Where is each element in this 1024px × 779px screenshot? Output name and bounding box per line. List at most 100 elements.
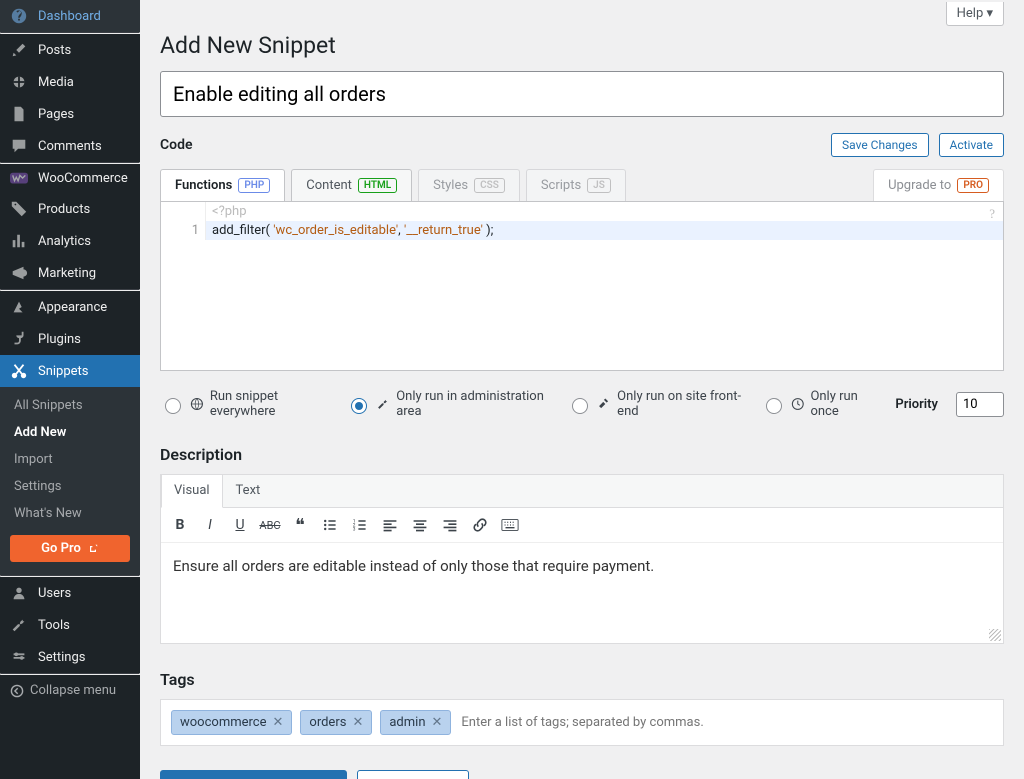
description-body[interactable]: Ensure all orders are editable instead o… xyxy=(161,543,1003,643)
blockquote-button[interactable]: ❝ xyxy=(287,512,313,538)
snippets-icon xyxy=(10,362,30,380)
menu-tools[interactable]: Tools xyxy=(0,609,140,641)
italic-button[interactable]: I xyxy=(197,512,223,538)
snippets-submenu: All Snippets Add New Import Settings Wha… xyxy=(0,387,140,575)
submenu-import[interactable]: Import xyxy=(0,446,140,473)
menu-products[interactable]: Products xyxy=(0,193,140,225)
menu-label: Comments xyxy=(38,139,102,154)
menu-pages[interactable]: Pages xyxy=(0,98,140,130)
submenu-all-snippets[interactable]: All Snippets xyxy=(0,392,140,419)
dashboard-icon xyxy=(10,7,30,25)
tab-functions[interactable]: FunctionsPHP xyxy=(160,169,285,201)
menu-users[interactable]: Users xyxy=(0,577,140,609)
menu-label: Plugins xyxy=(38,332,81,347)
code-heading: Code xyxy=(160,137,193,153)
menu-label: Products xyxy=(38,202,90,217)
menu-label: Settings xyxy=(38,650,85,665)
menu-label: Tools xyxy=(38,618,70,633)
help-tab[interactable]: Help ▾ xyxy=(946,2,1004,26)
scope-once[interactable]: Only run once xyxy=(761,389,877,419)
menu-comments[interactable]: Comments xyxy=(0,130,140,162)
menu-label: Dashboard xyxy=(38,9,101,24)
css-badge: CSS xyxy=(474,178,505,193)
tags-input[interactable] xyxy=(459,714,993,731)
menu-label: Media xyxy=(38,75,74,90)
collapse-menu[interactable]: Collapse menu xyxy=(0,675,140,706)
go-pro-button[interactable]: Go Pro xyxy=(10,535,130,562)
description-editor: Visual Text B I U ABC ❝ 123 Ensure all o… xyxy=(160,474,1004,644)
underline-button[interactable]: U xyxy=(227,512,253,538)
tab-styles: StylesCSS xyxy=(418,169,520,201)
menu-appearance[interactable]: Appearance xyxy=(0,291,140,323)
tab-scripts: ScriptsJS xyxy=(526,169,626,201)
align-center-button[interactable] xyxy=(407,512,433,538)
menu-marketing[interactable]: Marketing xyxy=(0,257,140,289)
numbered-list-button[interactable]: 123 xyxy=(347,512,373,538)
menu-label: Analytics xyxy=(38,234,91,249)
editor-tab-visual[interactable]: Visual xyxy=(161,475,223,508)
menu-media[interactable]: Media xyxy=(0,66,140,98)
scope-frontend[interactable]: Only run on site front-end xyxy=(567,389,743,419)
menu-woocommerce[interactable]: WooCommerce xyxy=(0,164,140,193)
bold-button[interactable]: B xyxy=(167,512,193,538)
snippet-title-input[interactable] xyxy=(160,71,1004,117)
tag-remove-icon[interactable]: ✕ xyxy=(352,715,363,730)
plugins-icon xyxy=(10,330,30,348)
align-left-button[interactable] xyxy=(377,512,403,538)
globe-icon xyxy=(190,396,204,412)
scope-admin[interactable]: Only run in administration area xyxy=(346,389,549,419)
php-badge: PHP xyxy=(238,178,270,193)
tags-heading: Tags xyxy=(160,670,1004,689)
menu-label: Posts xyxy=(38,43,71,58)
menu-dashboard[interactable]: Dashboard xyxy=(0,0,140,32)
code-editor[interactable]: ? <?php 1add_filter( 'wc_order_is_editab… xyxy=(160,201,1004,371)
keyboard-button[interactable] xyxy=(497,512,523,538)
comments-icon xyxy=(10,137,30,155)
menu-posts[interactable]: Posts xyxy=(0,34,140,66)
upgrade-to-pro[interactable]: Upgrade toPRO xyxy=(873,169,1004,201)
woocommerce-icon xyxy=(10,172,30,186)
link-button[interactable] xyxy=(467,512,493,538)
tag-item: woocommerce✕ xyxy=(171,710,292,735)
tag-remove-icon[interactable]: ✕ xyxy=(432,715,443,730)
code-tabs: FunctionsPHP ContentHTML StylesCSS Scrip… xyxy=(160,169,1004,201)
activate-button[interactable]: Activate xyxy=(939,133,1005,157)
scope-everywhere[interactable]: Run snippet everywhere xyxy=(160,389,328,419)
save-and-activate-button[interactable]: Save Changes and Activate xyxy=(160,770,347,779)
save-changes-button-bottom[interactable]: Save Changes xyxy=(357,770,469,779)
line-number: 1 xyxy=(161,221,206,240)
collapse-icon xyxy=(10,684,24,698)
code-line: add_filter( 'wc_order_is_editable', '__r… xyxy=(206,221,1003,240)
menu-analytics[interactable]: Analytics xyxy=(0,225,140,257)
align-right-button[interactable] xyxy=(437,512,463,538)
menu-snippets[interactable]: Snippets xyxy=(0,355,140,387)
submenu-settings[interactable]: Settings xyxy=(0,473,140,500)
menu-settings[interactable]: Settings xyxy=(0,641,140,673)
editor-tab-text[interactable]: Text xyxy=(223,475,274,507)
strikethrough-button[interactable]: ABC xyxy=(257,512,283,538)
tab-content[interactable]: ContentHTML xyxy=(291,169,412,201)
priority-label: Priority xyxy=(895,397,938,412)
tools-icon xyxy=(10,616,30,634)
resize-grip[interactable] xyxy=(989,629,1001,641)
submenu-whats-new[interactable]: What's New xyxy=(0,500,140,527)
pro-badge: PRO xyxy=(957,178,989,193)
hammer-icon xyxy=(597,396,611,412)
menu-label: WooCommerce xyxy=(38,171,128,186)
code-help-icon[interactable]: ? xyxy=(989,206,995,222)
menu-label: Users xyxy=(38,586,71,601)
menu-label: Appearance xyxy=(38,300,107,315)
pages-icon xyxy=(10,105,30,123)
tag-remove-icon[interactable]: ✕ xyxy=(273,715,284,730)
submenu-add-new[interactable]: Add New xyxy=(0,419,140,446)
analytics-icon xyxy=(10,232,30,250)
bullet-list-button[interactable] xyxy=(317,512,343,538)
wrench-icon xyxy=(376,396,390,412)
save-changes-button[interactable]: Save Changes xyxy=(831,133,929,157)
priority-input[interactable] xyxy=(956,392,1004,417)
media-icon xyxy=(10,73,30,91)
menu-plugins[interactable]: Plugins xyxy=(0,323,140,355)
description-heading: Description xyxy=(160,445,1004,464)
products-icon xyxy=(10,200,30,218)
editor-toolbar: B I U ABC ❝ 123 xyxy=(161,508,1003,543)
